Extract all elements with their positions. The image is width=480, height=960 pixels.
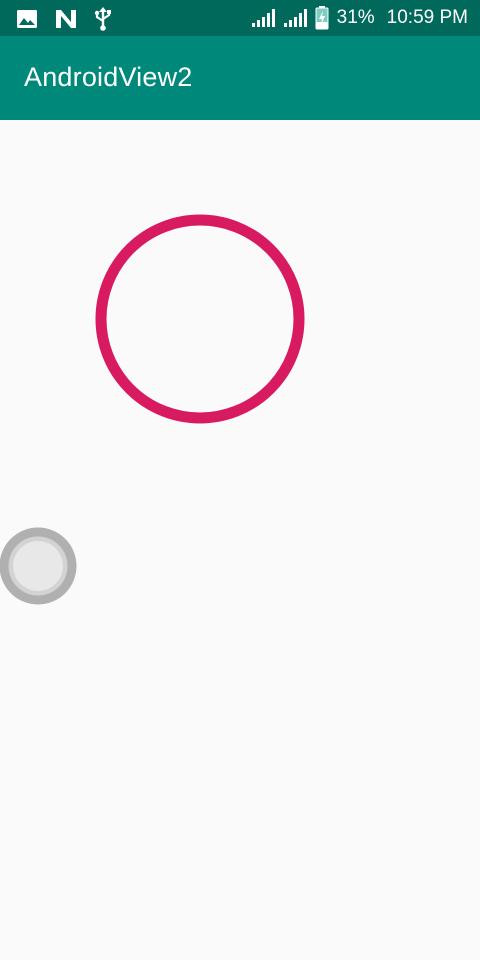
drag-handle-inner <box>13 541 63 591</box>
app-bar: AndroidView2 <box>0 36 480 120</box>
status-right-icons: 31% 10:59 PM <box>251 6 468 30</box>
signal-sim2-icon <box>283 8 307 28</box>
status-left-icons <box>16 7 112 31</box>
battery-percent: 31% <box>336 7 375 28</box>
status-bar: 31% 10:59 PM <box>0 0 480 36</box>
signal-sim1-icon <box>251 8 275 28</box>
battery-charging-icon <box>315 6 329 30</box>
ring-circle <box>95 214 305 424</box>
drawing-canvas[interactable] <box>0 120 480 960</box>
app-title: AndroidView2 <box>24 62 193 92</box>
n-notification-icon <box>54 8 78 30</box>
image-icon <box>16 8 38 30</box>
drag-handle[interactable] <box>0 527 78 605</box>
usb-icon <box>94 7 112 31</box>
status-time: 10:59 PM <box>386 7 468 28</box>
ring-shape <box>95 214 305 424</box>
